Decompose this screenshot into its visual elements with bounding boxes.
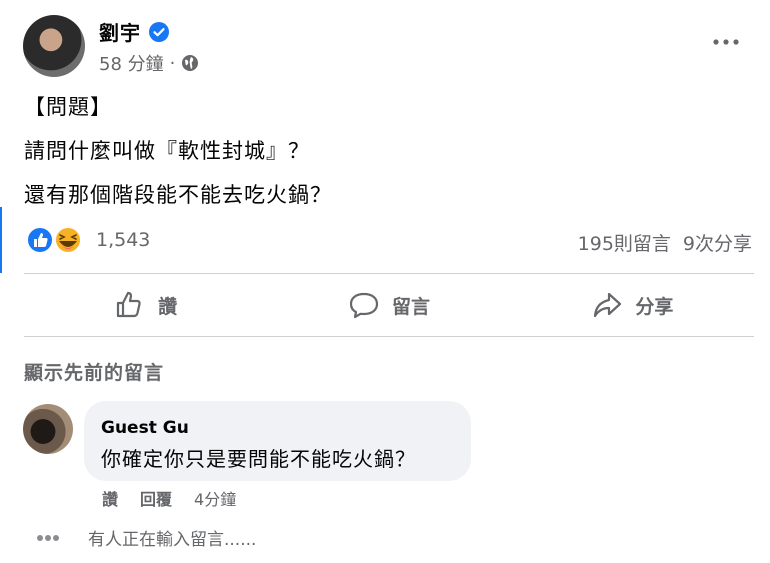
share-button[interactable]: 分享 xyxy=(511,283,754,327)
reaction-count[interactable]: 1,543 xyxy=(96,229,150,251)
commenter-name[interactable]: Guest Gu xyxy=(101,418,189,438)
haha-reaction-icon xyxy=(54,226,82,254)
comment-bubble: Guest Gu 你確定你只是要問能不能吃火鍋？ xyxy=(84,401,471,481)
comment-label: 留言 xyxy=(391,295,430,318)
post-line-1: 【問題】 xyxy=(24,95,112,119)
verified-badge-icon xyxy=(149,21,169,42)
like-label: 讚 xyxy=(158,295,178,318)
typing-status-text: 有人正在輸入留言...... xyxy=(88,530,257,550)
comment-button[interactable]: 留言 xyxy=(267,283,510,327)
post-meta: 58 分鐘 · xyxy=(99,50,199,76)
like-reaction-icon xyxy=(26,226,54,254)
active-indicator xyxy=(0,207,2,273)
reaction-icons[interactable] xyxy=(26,226,84,254)
commenter-avatar[interactable] xyxy=(23,404,73,454)
share-count[interactable]: 9次分享 xyxy=(683,229,752,256)
show-previous-comments[interactable]: 顯示先前的留言 xyxy=(24,358,164,385)
globe-icon xyxy=(182,55,199,71)
meta-separator: · xyxy=(169,52,176,74)
more-options-icon[interactable] xyxy=(711,32,741,52)
comment-text: 你確定你只是要問能不能吃火鍋？ xyxy=(101,447,416,471)
typing-indicator: 有人正在輸入留言...... xyxy=(36,525,256,550)
divider-top xyxy=(24,273,754,274)
share-label: 分享 xyxy=(635,295,674,318)
comment-actions: 讚 回覆 4分鐘 xyxy=(102,486,236,510)
author-name[interactable]: 劉宇 xyxy=(99,17,141,46)
share-icon xyxy=(594,292,622,318)
typing-dots-icon xyxy=(37,534,59,541)
author-avatar[interactable] xyxy=(23,15,85,77)
divider-bottom xyxy=(24,336,754,337)
post-actions: 讚 留言 分享 xyxy=(24,283,754,327)
post-stats: 195則留言 9次分享 xyxy=(578,229,752,256)
comment-time[interactable]: 4分鐘 xyxy=(194,486,236,510)
author-block: 劉宇 xyxy=(99,17,169,46)
post-line-2: 請問什麼叫做『軟性封城』？ xyxy=(24,139,310,163)
comment-icon xyxy=(349,292,379,319)
like-button[interactable]: 讚 xyxy=(24,283,267,327)
comment-reply-button[interactable]: 回覆 xyxy=(140,486,172,510)
post-time[interactable]: 58 分鐘 xyxy=(99,50,164,76)
post-line-3: 還有那個階段能不能去吃火鍋？ xyxy=(24,183,332,207)
comment-like-button[interactable]: 讚 xyxy=(102,486,118,510)
comment-count[interactable]: 195則留言 xyxy=(578,229,671,256)
thumbs-up-icon xyxy=(117,291,141,318)
